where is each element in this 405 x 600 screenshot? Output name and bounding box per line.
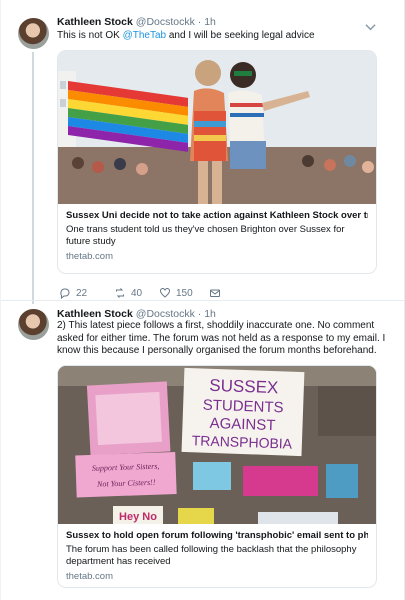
author-handle[interactable]: @Docstockk (136, 16, 195, 28)
reply-icon (60, 288, 70, 299)
thread-connector-line (32, 52, 34, 304)
reply-button[interactable]: 22 (59, 287, 87, 299)
sign-text-line: Hey No (119, 511, 157, 523)
link-card[interactable]: SUSSEX STUDENTS AGAINST TRANSPHOBIA Supp… (57, 365, 377, 588)
avatar[interactable] (18, 309, 49, 340)
tweet-text-part: This is not OK (57, 30, 123, 41)
card-body: Sussex to hold open forum following 'tra… (66, 529, 368, 583)
card-image: SUSSEX STUDENTS AGAINST TRANSPHOBIA Supp… (58, 366, 376, 524)
tweet-header: Kathleen Stock @Docstockk · 1h (57, 308, 216, 320)
direct-message-button[interactable] (209, 287, 221, 299)
card-description: The forum has been called following the … (66, 544, 357, 567)
sign-text-line: STUDENTS (202, 397, 283, 417)
timestamp[interactable]: 1h (204, 16, 216, 28)
protest-signs-photo: SUSSEX STUDENTS AGAINST TRANSPHOBIA Supp… (58, 366, 376, 524)
link-card[interactable]: Sussex Uni decide not to take action aga… (57, 50, 377, 274)
pride-photo (58, 51, 376, 204)
author-handle[interactable]: @Docstockk (136, 308, 195, 320)
chevron-down-icon[interactable] (365, 19, 376, 31)
author-name[interactable]: Kathleen Stock (57, 308, 133, 320)
retweet-button[interactable]: 40 (114, 287, 142, 299)
tweet-header: Kathleen Stock @Docstockk · 1h (57, 16, 216, 28)
card-description: One trans student told us they've chosen… (66, 224, 345, 247)
avatar[interactable] (18, 18, 49, 49)
tweet-text: 2) This latest piece follows a first, sh… (57, 320, 386, 356)
card-domain: thetab.com (66, 251, 113, 262)
timeline: Kathleen Stock @Docstockk · 1h This is n… (0, 0, 405, 600)
like-button[interactable]: 150 (159, 287, 193, 299)
card-image (58, 51, 376, 204)
card-title[interactable]: Sussex to hold open forum following 'tra… (66, 529, 368, 542)
separator: · (197, 16, 202, 28)
card-title[interactable]: Sussex Uni decide not to take action aga… (66, 209, 368, 222)
author-name[interactable]: Kathleen Stock (57, 16, 133, 28)
tweet-actions: 22 40 150 (59, 287, 259, 301)
tweet-divider (1, 300, 405, 301)
tweet-text: This is not OK @TheTab and I will be see… (57, 30, 387, 43)
envelope-icon (210, 289, 220, 297)
separator: · (197, 308, 202, 320)
sign-text-line: AGAINST (209, 415, 275, 434)
heart-icon (160, 288, 170, 298)
card-body: Sussex Uni decide not to take action aga… (66, 209, 368, 263)
sign-text-line: SUSSEX (209, 376, 279, 397)
reply-count: 22 (76, 287, 88, 299)
timestamp[interactable]: 1h (204, 308, 216, 320)
like-count: 150 (176, 287, 193, 299)
tweet-text-part: and I will be seeking legal advice (166, 30, 315, 41)
retweet-icon (116, 288, 124, 298)
card-domain: thetab.com (66, 571, 113, 582)
retweet-count: 40 (131, 287, 143, 299)
mention-link[interactable]: @TheTab (123, 30, 167, 41)
